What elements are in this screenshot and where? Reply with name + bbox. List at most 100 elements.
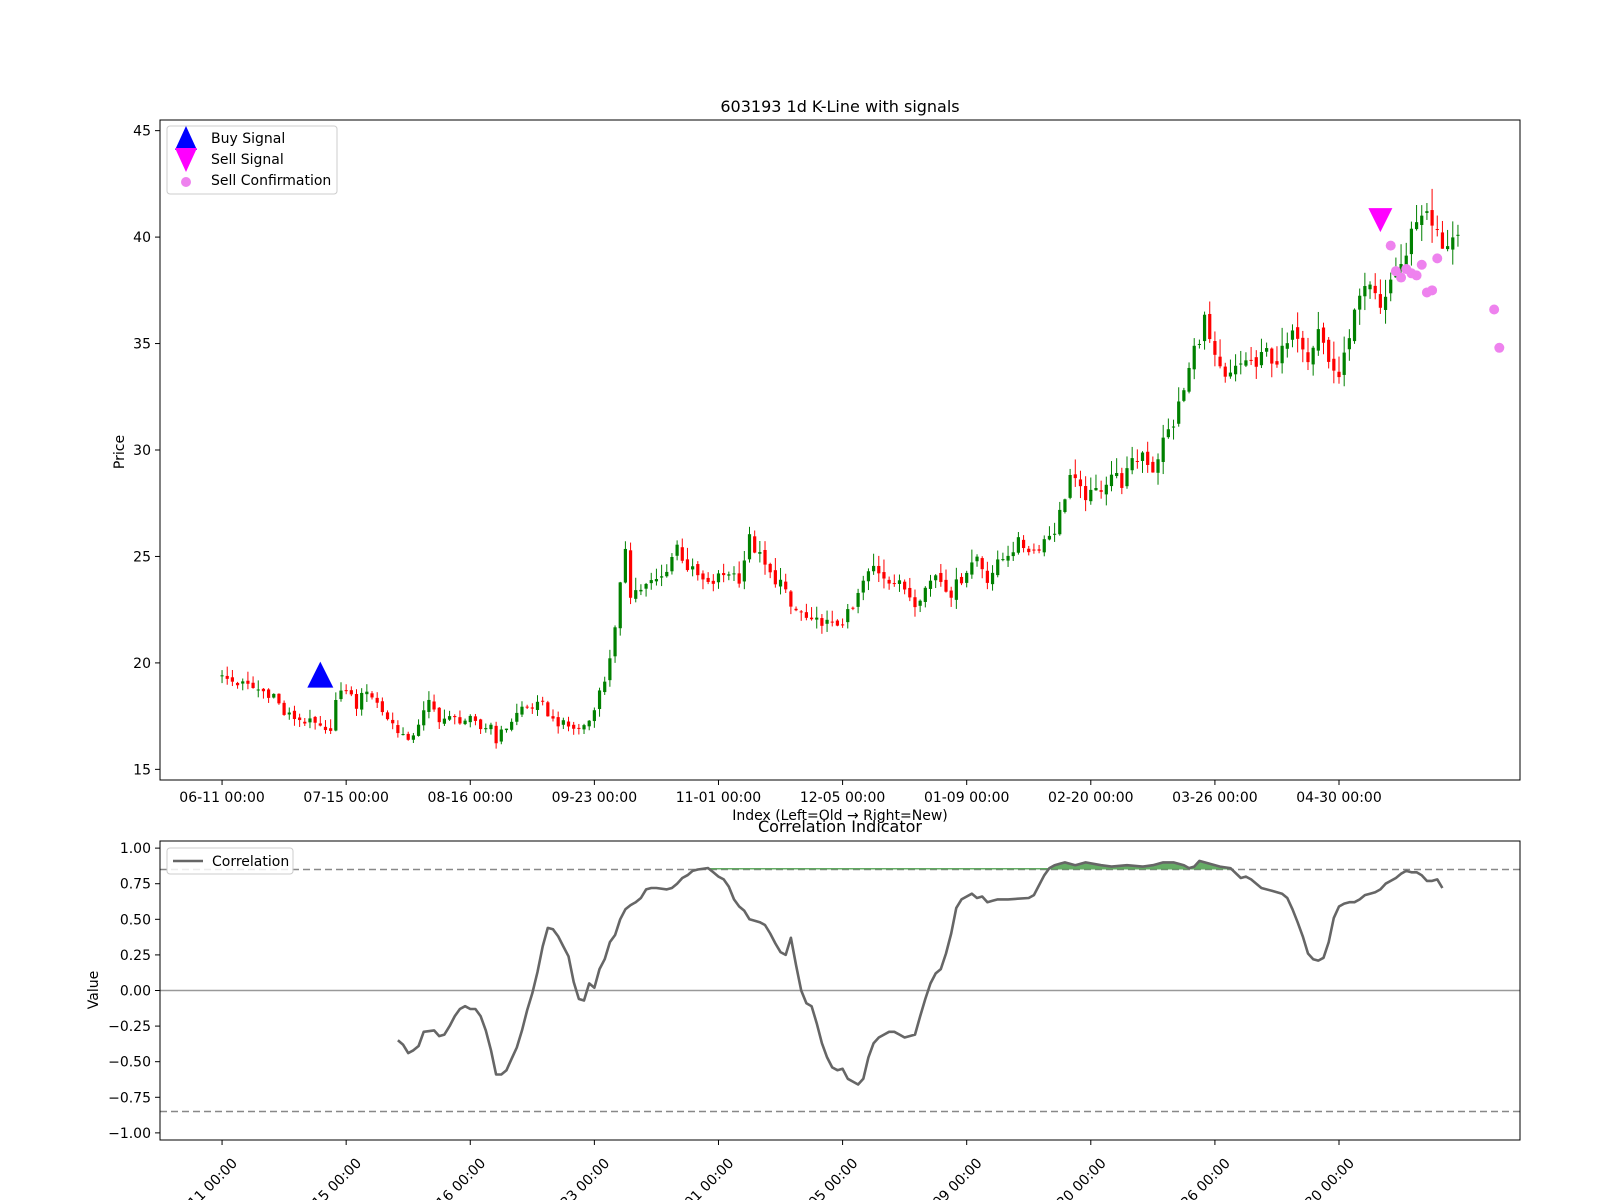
- candle-body: [313, 716, 317, 723]
- candle-body: [1135, 460, 1139, 462]
- candle-body: [872, 565, 876, 572]
- candle-body: [949, 590, 953, 598]
- candle-body: [649, 580, 653, 584]
- candle-body: [1156, 459, 1160, 473]
- candle-body: [882, 572, 886, 579]
- candle-body: [691, 566, 695, 570]
- candle-body: [530, 707, 534, 709]
- x-tick-label: 08-16 00:00: [428, 790, 513, 806]
- candle-body: [525, 706, 529, 708]
- candle-body: [597, 690, 602, 710]
- candle-body: [1146, 451, 1150, 465]
- candle-body: [923, 587, 927, 602]
- candle-body: [820, 618, 824, 626]
- candle-body: [1280, 345, 1284, 364]
- x-tick-label: 09-23 00:00: [552, 790, 637, 806]
- candle-body: [468, 715, 472, 723]
- legend-sell-confirmation: Sell Confirmation: [211, 173, 331, 189]
- candle-body: [1011, 552, 1015, 557]
- candle-body: [1373, 285, 1377, 294]
- candle-body: [1342, 352, 1346, 375]
- candle-body: [385, 712, 390, 720]
- candle-body: [1021, 539, 1026, 549]
- sell-confirmation-marker: [1385, 240, 1396, 251]
- candle-body: [618, 582, 622, 629]
- candle-body: [1109, 474, 1114, 487]
- legend-correlation: Correlation: [212, 854, 289, 870]
- candle-body: [1016, 537, 1021, 553]
- candle-body: [716, 573, 721, 583]
- candle-body: [458, 717, 462, 724]
- candle-body: [840, 624, 845, 626]
- candle-body: [861, 580, 865, 593]
- candle-body: [1047, 535, 1052, 540]
- candle-body: [737, 573, 741, 584]
- candle-body: [282, 702, 286, 715]
- candle-body: [1151, 461, 1155, 473]
- candle-body: [1296, 327, 1300, 339]
- candle-body: [520, 706, 524, 715]
- candle-body: [329, 728, 333, 731]
- candle-body: [815, 617, 819, 620]
- candle-body: [1006, 555, 1010, 561]
- candle-body: [897, 580, 902, 584]
- candle-body: [825, 619, 829, 624]
- candle-body: [360, 692, 364, 710]
- candle-body: [277, 693, 281, 704]
- candle-body: [665, 571, 669, 577]
- candle-body: [727, 574, 731, 576]
- candle-body: [1037, 549, 1041, 551]
- candle-body: [954, 579, 958, 600]
- candle-body: [1073, 474, 1077, 479]
- candle-body: [887, 579, 891, 584]
- y-tick-label: 35: [133, 337, 151, 353]
- candle-body: [1446, 246, 1450, 250]
- candle-body: [644, 583, 648, 589]
- candle-body: [292, 710, 297, 720]
- y-tick-label: 0.50: [120, 912, 151, 928]
- candle-body: [763, 549, 767, 565]
- candle-body: [1430, 210, 1434, 226]
- candle-body: [939, 572, 943, 582]
- candle-body: [1420, 215, 1424, 225]
- candle-body: [230, 677, 234, 682]
- candle-body: [1409, 228, 1414, 255]
- candle-body: [442, 718, 447, 724]
- candle-body: [1321, 327, 1326, 343]
- candle-body: [391, 719, 395, 724]
- candle-body: [1094, 488, 1098, 491]
- candle-body: [794, 608, 798, 611]
- candle-body: [809, 617, 814, 620]
- candle-body: [1177, 401, 1181, 424]
- candle-body: [1213, 341, 1217, 355]
- candle-body: [572, 724, 576, 729]
- candle-body: [587, 720, 591, 727]
- y-tick-label: 25: [133, 549, 151, 565]
- candle-body: [251, 682, 255, 688]
- candle-body: [323, 726, 328, 731]
- legend-sell-signal: Sell Signal: [211, 152, 284, 168]
- candle-body: [773, 570, 777, 585]
- candle-body: [732, 573, 736, 575]
- candle-body: [1249, 359, 1253, 361]
- candle-body: [380, 701, 384, 713]
- candle-body: [1130, 458, 1134, 471]
- candle-body: [1363, 286, 1367, 297]
- candle-body: [1228, 372, 1233, 377]
- candle-body: [603, 681, 607, 693]
- candle-body: [422, 710, 426, 726]
- x-tick-label: 11-01 00:00: [676, 790, 761, 806]
- sell-confirmation-marker: [1396, 272, 1407, 283]
- y-tick-label: 40: [133, 230, 151, 246]
- candle-body: [561, 720, 565, 725]
- candle-body: [846, 609, 850, 623]
- candle-body: [1275, 361, 1279, 365]
- sell-confirmation-legend-icon: [181, 177, 191, 187]
- candle-body: [566, 721, 571, 727]
- candle-body: [515, 712, 519, 722]
- candle-body: [546, 702, 550, 717]
- candle-body: [1265, 348, 1269, 352]
- candle-body: [494, 725, 498, 744]
- candle-body: [613, 627, 617, 657]
- x-tick-label: 02-20 00:00: [1048, 790, 1133, 806]
